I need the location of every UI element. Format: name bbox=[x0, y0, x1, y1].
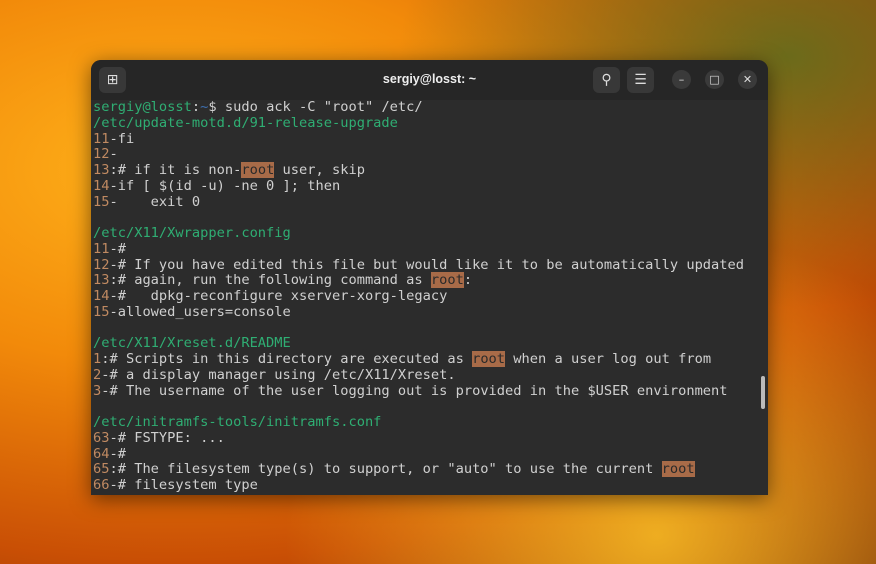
match-highlight: root bbox=[661, 461, 695, 478]
scrollbar[interactable] bbox=[761, 376, 765, 409]
line-text: -# a display manager using /etc/X11/Xres… bbox=[101, 366, 456, 383]
terminal-line: 15-allowed_users=console bbox=[93, 303, 756, 321]
terminal-line: 14-if [ $(id -u) -ne 0 ]; then bbox=[93, 177, 756, 195]
terminal-line: 13:# if it is non-root user, skip bbox=[93, 162, 756, 179]
match-highlight: root bbox=[472, 351, 506, 367]
line-number: 11 bbox=[93, 240, 110, 257]
line-text: -# FSTYPE: ... bbox=[109, 429, 225, 446]
line-text: user, skip bbox=[274, 162, 365, 178]
file-path: /etc/X11/Xwrapper.config bbox=[93, 225, 291, 241]
line-number: 12 bbox=[93, 256, 110, 273]
line-text: : bbox=[191, 99, 201, 115]
line-number: 64 bbox=[93, 445, 110, 462]
line-number: 63 bbox=[93, 429, 110, 446]
line-number: 15 bbox=[93, 303, 110, 320]
line-text: -fi bbox=[109, 130, 135, 147]
line-number: 13 bbox=[93, 162, 110, 178]
line-text: - exit 0 bbox=[109, 193, 201, 210]
terminal-line: sergiy@losst:~$ sudo ack -C "root" /etc/ bbox=[93, 99, 756, 116]
terminal-line: 63-# FSTYPE: ... bbox=[93, 429, 756, 447]
terminal-line: 14-# dpkg-reconfigure xserver-xorg-legac… bbox=[93, 288, 756, 305]
prompt-user-host: sergiy@losst bbox=[93, 99, 192, 115]
terminal-line: /etc/X11/Xreset.d/README bbox=[93, 335, 756, 352]
match-highlight: root bbox=[430, 272, 464, 289]
close-icon: ✕ bbox=[742, 73, 753, 86]
line-number: 14 bbox=[93, 288, 110, 304]
terminal-line: 12- bbox=[93, 146, 756, 163]
terminal-line: 3-# The username of the user logging out… bbox=[93, 382, 756, 400]
line-text: -# If you have edited this file but woul… bbox=[109, 256, 745, 273]
line-text: $ sudo ack -C "root" /etc/ bbox=[208, 99, 423, 115]
terminal-line: 65:# The filesystem type(s) to support, … bbox=[93, 461, 756, 478]
hamburger-menu-icon: ☰ bbox=[634, 72, 647, 88]
terminal-line: 2-# a display manager using /etc/X11/Xre… bbox=[93, 366, 756, 384]
terminal-line: 11-# bbox=[93, 240, 756, 258]
line-text: -# dpkg-reconfigure xserver-xorg-legacy bbox=[109, 288, 448, 304]
line-text: -# bbox=[109, 445, 126, 462]
line-text: -# bbox=[109, 240, 126, 257]
terminal-output[interactable]: sergiy@losst:~$ sudo ack -C "root" /etc/… bbox=[93, 99, 756, 494]
menu-button[interactable]: ☰ bbox=[627, 67, 654, 93]
terminal-line: 13:# again, run the following command as… bbox=[93, 272, 756, 289]
line-number: 1 bbox=[93, 351, 102, 367]
line-text: -if [ $(id -u) -ne 0 ]; then bbox=[109, 177, 341, 194]
line-text: :# The filesystem type(s) to support, or… bbox=[109, 461, 662, 478]
terminal-line: /etc/update-motd.d/91-release-upgrade bbox=[93, 114, 756, 132]
line-text: - bbox=[109, 146, 118, 163]
file-path: /etc/X11/Xreset.d/README bbox=[93, 335, 291, 352]
line-number: 15 bbox=[93, 193, 110, 210]
close-button[interactable]: ✕ bbox=[738, 70, 757, 89]
line-number: 14 bbox=[93, 177, 110, 194]
terminal-window: ⊞ sergiy@losst: ~ ⚲ ☰ – □ ✕ sergiy@losst… bbox=[91, 60, 768, 495]
terminal-line: 64-# bbox=[93, 445, 756, 463]
maximize-button[interactable]: □ bbox=[705, 70, 724, 89]
maximize-icon: □ bbox=[709, 73, 720, 86]
file-path: /etc/update-motd.d/91-release-upgrade bbox=[93, 114, 398, 131]
search-icon: ⚲ bbox=[601, 72, 612, 88]
line-number: 3 bbox=[93, 382, 102, 399]
line-number: 12 bbox=[93, 146, 110, 163]
terminal-line: 11-fi bbox=[93, 130, 756, 148]
line-number: 13 bbox=[93, 272, 110, 289]
line-text: -# The username of the user logging out … bbox=[101, 382, 728, 399]
line-text: -# filesystem type bbox=[109, 477, 258, 493]
header-bar: ⊞ sergiy@losst: ~ ⚲ ☰ – □ ✕ bbox=[91, 60, 768, 100]
line-text: : bbox=[463, 272, 473, 289]
terminal-line: /etc/initramfs-tools/initramfs.conf bbox=[93, 414, 756, 431]
match-highlight: root bbox=[241, 162, 275, 178]
terminal-line: 15- exit 0 bbox=[93, 193, 756, 211]
terminal-line: 1:# Scripts in this directory are execut… bbox=[93, 351, 756, 368]
line-number: 66 bbox=[93, 477, 110, 493]
line-text: :# if it is non- bbox=[109, 162, 242, 178]
line-text: :# again, run the following command as bbox=[109, 272, 431, 289]
file-path: /etc/initramfs-tools/initramfs.conf bbox=[93, 414, 382, 430]
minimize-button[interactable]: – bbox=[672, 70, 691, 89]
line-text: :# Scripts in this directory are execute… bbox=[101, 351, 473, 367]
line-number: 11 bbox=[93, 130, 110, 147]
terminal-line: 12-# If you have edited this file but wo… bbox=[93, 256, 756, 274]
search-button[interactable]: ⚲ bbox=[593, 67, 620, 93]
line-text: when a user log out from bbox=[505, 351, 712, 367]
line-text: -allowed_users=console bbox=[109, 303, 291, 320]
terminal-line: /etc/X11/Xwrapper.config bbox=[93, 225, 756, 242]
window-title: sergiy@losst: ~ bbox=[382, 72, 477, 86]
line-number: 2 bbox=[93, 366, 102, 383]
line-number: 65 bbox=[93, 461, 110, 478]
minimize-icon: – bbox=[678, 73, 685, 86]
terminal-line: 66-# filesystem type bbox=[93, 477, 756, 494]
